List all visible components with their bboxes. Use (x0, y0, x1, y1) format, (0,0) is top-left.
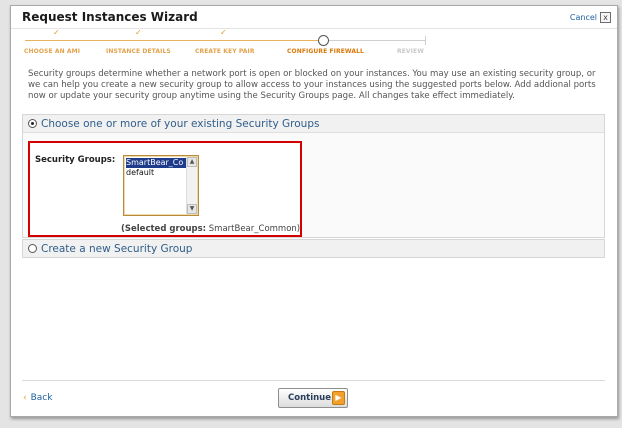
back-chevron-icon: ‹ (23, 393, 27, 403)
step-choose-ami: CHOOSE AN AMI (24, 48, 81, 55)
current-step-circle-icon (318, 35, 329, 46)
back-link[interactable]: ‹ Back (23, 393, 52, 403)
wizard-progress: ✓ ✓ ✓ CHOOSE AN AMI INSTANCE DETAILS CRE… (11, 28, 617, 58)
listbox-scrollbar[interactable]: ▲ ▼ (186, 157, 197, 214)
dialog-title: Request Instances Wizard (22, 10, 198, 24)
step-done-check-icon: ✓ (53, 28, 60, 37)
scroll-down-icon[interactable]: ▼ (187, 204, 197, 214)
footer-divider (22, 380, 605, 381)
step-done-check-icon: ✓ (135, 28, 142, 37)
cancel-control[interactable]: Cancel x (570, 12, 611, 23)
selected-groups-summary: (Selected groups: SmartBear_Common) (121, 224, 300, 234)
security-groups-listbox[interactable]: SmartBear_Co default ▲ ▼ (123, 155, 199, 216)
existing-groups-label[interactable]: Choose one or more of your existing Secu… (41, 118, 319, 130)
security-groups-label: Security Groups: (35, 155, 116, 165)
continue-button[interactable]: Continue ▶ (278, 388, 348, 408)
step-done-check-icon: ✓ (220, 28, 227, 37)
new-group-radio[interactable] (28, 244, 37, 253)
step-instance-details: INSTANCE DETAILS (106, 48, 171, 55)
cancel-link[interactable]: Cancel (570, 13, 597, 22)
wizard-dialog: Request Instances Wizard Cancel x ✓ ✓ ✓ … (10, 5, 618, 417)
dialog-header: Request Instances Wizard Cancel x (11, 6, 617, 29)
scroll-up-icon[interactable]: ▲ (187, 157, 197, 167)
existing-groups-option[interactable]: Choose one or more of your existing Secu… (23, 115, 604, 133)
intro-text: Security groups determine whether a netw… (28, 69, 596, 101)
continue-label[interactable]: Continue (288, 393, 332, 403)
new-group-panel: Create a new Security Group (22, 239, 605, 258)
existing-groups-radio[interactable] (28, 119, 37, 128)
progress-end-marker (425, 36, 426, 45)
arrow-right-icon[interactable]: ▶ (332, 391, 345, 405)
selected-groups-prefix: (Selected groups: (121, 224, 207, 234)
step-create-key-pair: CREATE KEY PAIR (195, 48, 255, 55)
progress-track-done (25, 40, 323, 41)
new-group-option[interactable]: Create a new Security Group (23, 240, 604, 257)
new-group-label[interactable]: Create a new Security Group (41, 243, 192, 255)
progress-track-pending (323, 40, 426, 41)
list-item[interactable]: default (126, 168, 186, 178)
step-configure-firewall: CONFIGURE FIREWALL (287, 48, 364, 55)
security-groups-highlight: Security Groups: SmartBear_Co default ▲ … (28, 141, 302, 237)
back-label[interactable]: Back (31, 393, 53, 403)
close-icon[interactable]: x (600, 12, 611, 23)
step-review: REVIEW (397, 48, 424, 55)
selected-groups-value: SmartBear_Common) (206, 224, 301, 234)
list-item[interactable]: SmartBear_Co (126, 158, 186, 168)
